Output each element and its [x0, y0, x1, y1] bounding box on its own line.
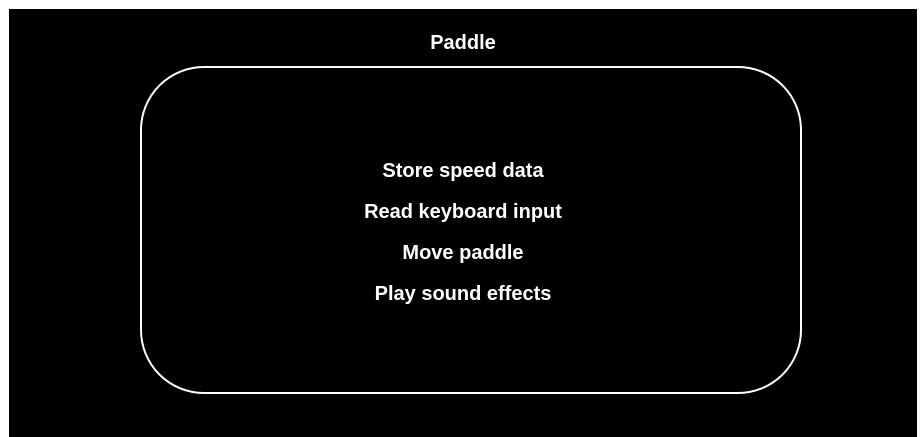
class-title: Paddle [430, 32, 496, 54]
responsibility-item: Play sound effects [374, 283, 552, 305]
responsibility-item: Move paddle [402, 242, 524, 264]
responsibility-item: Store speed data [382, 160, 544, 182]
diagram-canvas: Paddle Store speed data Read keyboard in… [9, 9, 917, 437]
class-box [140, 66, 802, 394]
responsibility-item: Read keyboard input [364, 201, 562, 223]
